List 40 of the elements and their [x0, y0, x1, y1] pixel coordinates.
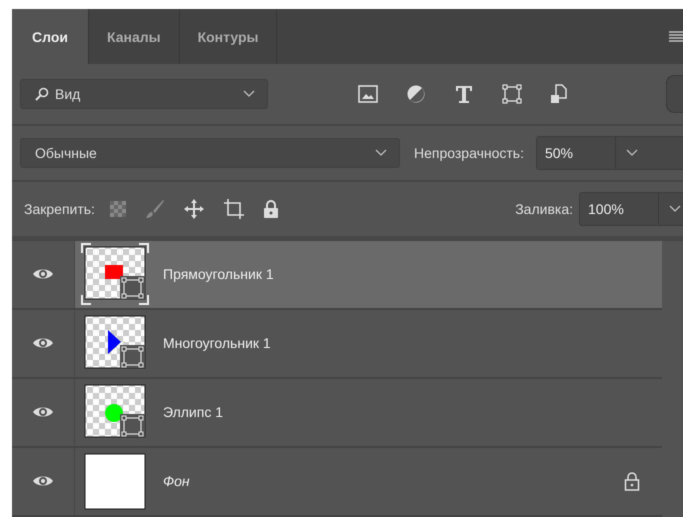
filter-value: Вид — [55, 86, 82, 102]
half-circle-icon[interactable] — [406, 84, 426, 104]
layer-name[interactable]: Прямоугольник 1 — [163, 266, 274, 282]
layer-row[interactable]: Фон — [12, 448, 662, 517]
eye-icon[interactable] — [32, 474, 54, 488]
blend-mode-value: Обычные — [35, 144, 98, 161]
eye-icon[interactable] — [32, 405, 54, 420]
checkerboard-icon[interactable] — [108, 200, 127, 218]
chevron-down-icon — [626, 148, 638, 157]
transform-icon[interactable] — [502, 84, 522, 104]
document-icon[interactable] — [550, 84, 568, 104]
menu-icon[interactable] — [669, 30, 683, 43]
layer-name[interactable]: Фон — [163, 473, 190, 490]
move-icon[interactable] — [182, 198, 205, 220]
eye-icon[interactable] — [32, 336, 54, 350]
layer-name[interactable]: Эллипс 1 — [163, 404, 224, 420]
lock-label: Закрепить: — [24, 200, 95, 217]
lock-icon[interactable] — [262, 198, 279, 219]
filter-toggle[interactable] — [666, 74, 683, 113]
fill-field[interactable]: 100% — [579, 192, 683, 226]
type-icon[interactable] — [454, 84, 474, 104]
blend-mode-dropdown[interactable]: Обычные — [20, 138, 400, 168]
chevron-down-icon — [375, 148, 387, 157]
crop-icon[interactable] — [222, 198, 245, 220]
layer-row[interactable]: Прямоугольник 1 — [12, 240, 662, 310]
layer-row[interactable]: Эллипс 1 — [12, 378, 662, 448]
search-icon — [35, 86, 49, 101]
layer-row[interactable]: Многоугольник 1 — [12, 310, 662, 379]
chevron-down-icon — [669, 204, 681, 213]
image-icon[interactable] — [358, 84, 378, 103]
layer-name[interactable]: Многоугольник 1 — [163, 335, 271, 352]
eye-icon[interactable] — [32, 267, 54, 282]
fill-label: Заливка: — [515, 200, 573, 217]
opacity-field[interactable]: 50% — [536, 136, 683, 170]
lock-icon[interactable] — [624, 471, 640, 492]
tab[interactable]: Слои — [12, 9, 89, 64]
chevron-down-icon — [243, 90, 255, 98]
opacity-label: Непрозрачность: — [414, 144, 524, 161]
filter-dropdown[interactable]: Вид — [20, 78, 268, 109]
layer-thumbnail — [81, 243, 149, 306]
